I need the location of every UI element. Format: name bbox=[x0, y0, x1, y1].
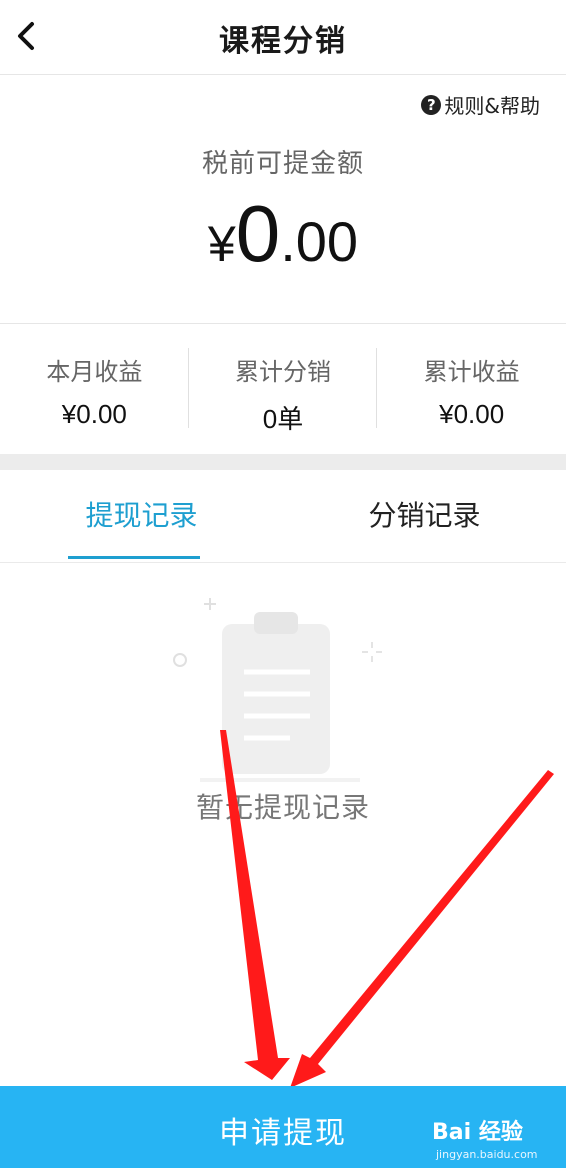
rules-help-label: 规则&帮助 bbox=[444, 94, 540, 118]
earnings-stats: 本月收益 ¥0.00 累计分销 0单 累计收益 ¥0.00 bbox=[0, 324, 566, 454]
amount-integer: 0 bbox=[235, 189, 281, 278]
watermark-url: jingyan.baidu.com bbox=[436, 1148, 538, 1161]
record-tabs: 提现记录 分销记录 bbox=[0, 470, 566, 563]
withdrawable-amount: ¥0.00 bbox=[0, 188, 566, 280]
section-separator bbox=[0, 454, 566, 470]
stat-value: ¥0.00 bbox=[439, 399, 505, 429]
clipboard-icon bbox=[173, 598, 382, 782]
page-title: 课程分销 bbox=[219, 24, 347, 59]
stat-value: ¥0.00 bbox=[61, 399, 127, 429]
stat-label: 累计收益 bbox=[423, 358, 520, 386]
bottom-edge bbox=[0, 1168, 566, 1174]
rules-help-link[interactable]: ? 规则&帮助 bbox=[421, 90, 540, 119]
top-nav-bar: 课程分销 bbox=[0, 0, 566, 75]
question-circle-icon: ? bbox=[421, 94, 442, 115]
amount-decimal: .00 bbox=[280, 210, 359, 273]
baidu-jingyan-watermark: Bai 经验 jingyan.baidu.com bbox=[432, 1108, 562, 1168]
watermark-text: Bai 经验 bbox=[432, 1120, 523, 1145]
stat-label: 累计分销 bbox=[235, 358, 331, 386]
stat-monthly-earnings: 本月收益 ¥0.00 bbox=[0, 324, 189, 454]
stat-total-distributions: 累计分销 0单 bbox=[189, 324, 378, 454]
tab-distribution-records[interactable]: 分销记录 bbox=[283, 470, 566, 562]
active-tab-indicator bbox=[68, 556, 200, 559]
withdrawable-amount-label: 税前可提金额 bbox=[201, 149, 364, 179]
stat-total-earnings: 累计收益 ¥0.00 bbox=[377, 324, 566, 454]
tab-withdrawal-records[interactable]: 提现记录 bbox=[0, 470, 283, 562]
currency-symbol: ¥ bbox=[207, 216, 236, 272]
empty-state-text: 暂无提现记录 bbox=[195, 791, 370, 824]
stat-label: 本月收益 bbox=[46, 358, 143, 386]
stat-value: 0单 bbox=[262, 404, 304, 434]
